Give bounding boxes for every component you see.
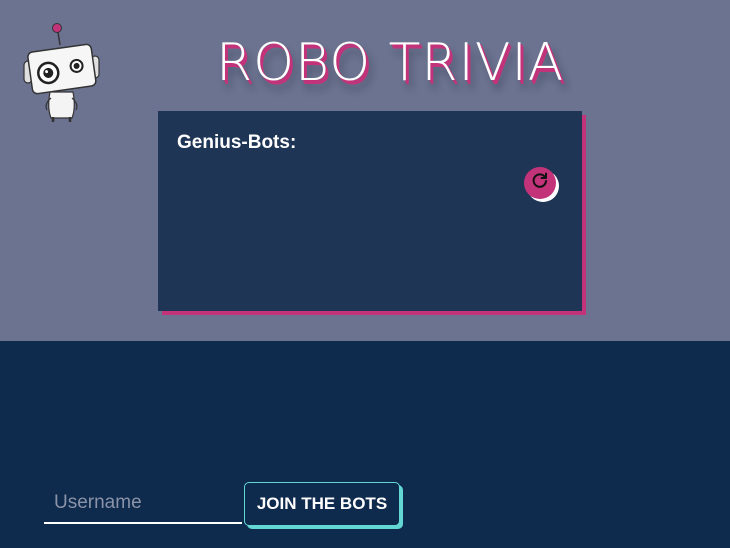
app-title: ROBO TRIVIA <box>216 33 565 93</box>
robot-mascot-icon <box>20 20 104 126</box>
username-input[interactable] <box>44 484 242 524</box>
leaderboard-panel: Genius-Bots: <box>158 111 582 311</box>
refresh-button[interactable] <box>524 167 556 199</box>
leaderboard-title: Genius-Bots: <box>177 132 297 153</box>
refresh-icon <box>530 171 550 196</box>
join-the-bots-button[interactable]: JOIN THE BOTS <box>244 482 400 526</box>
